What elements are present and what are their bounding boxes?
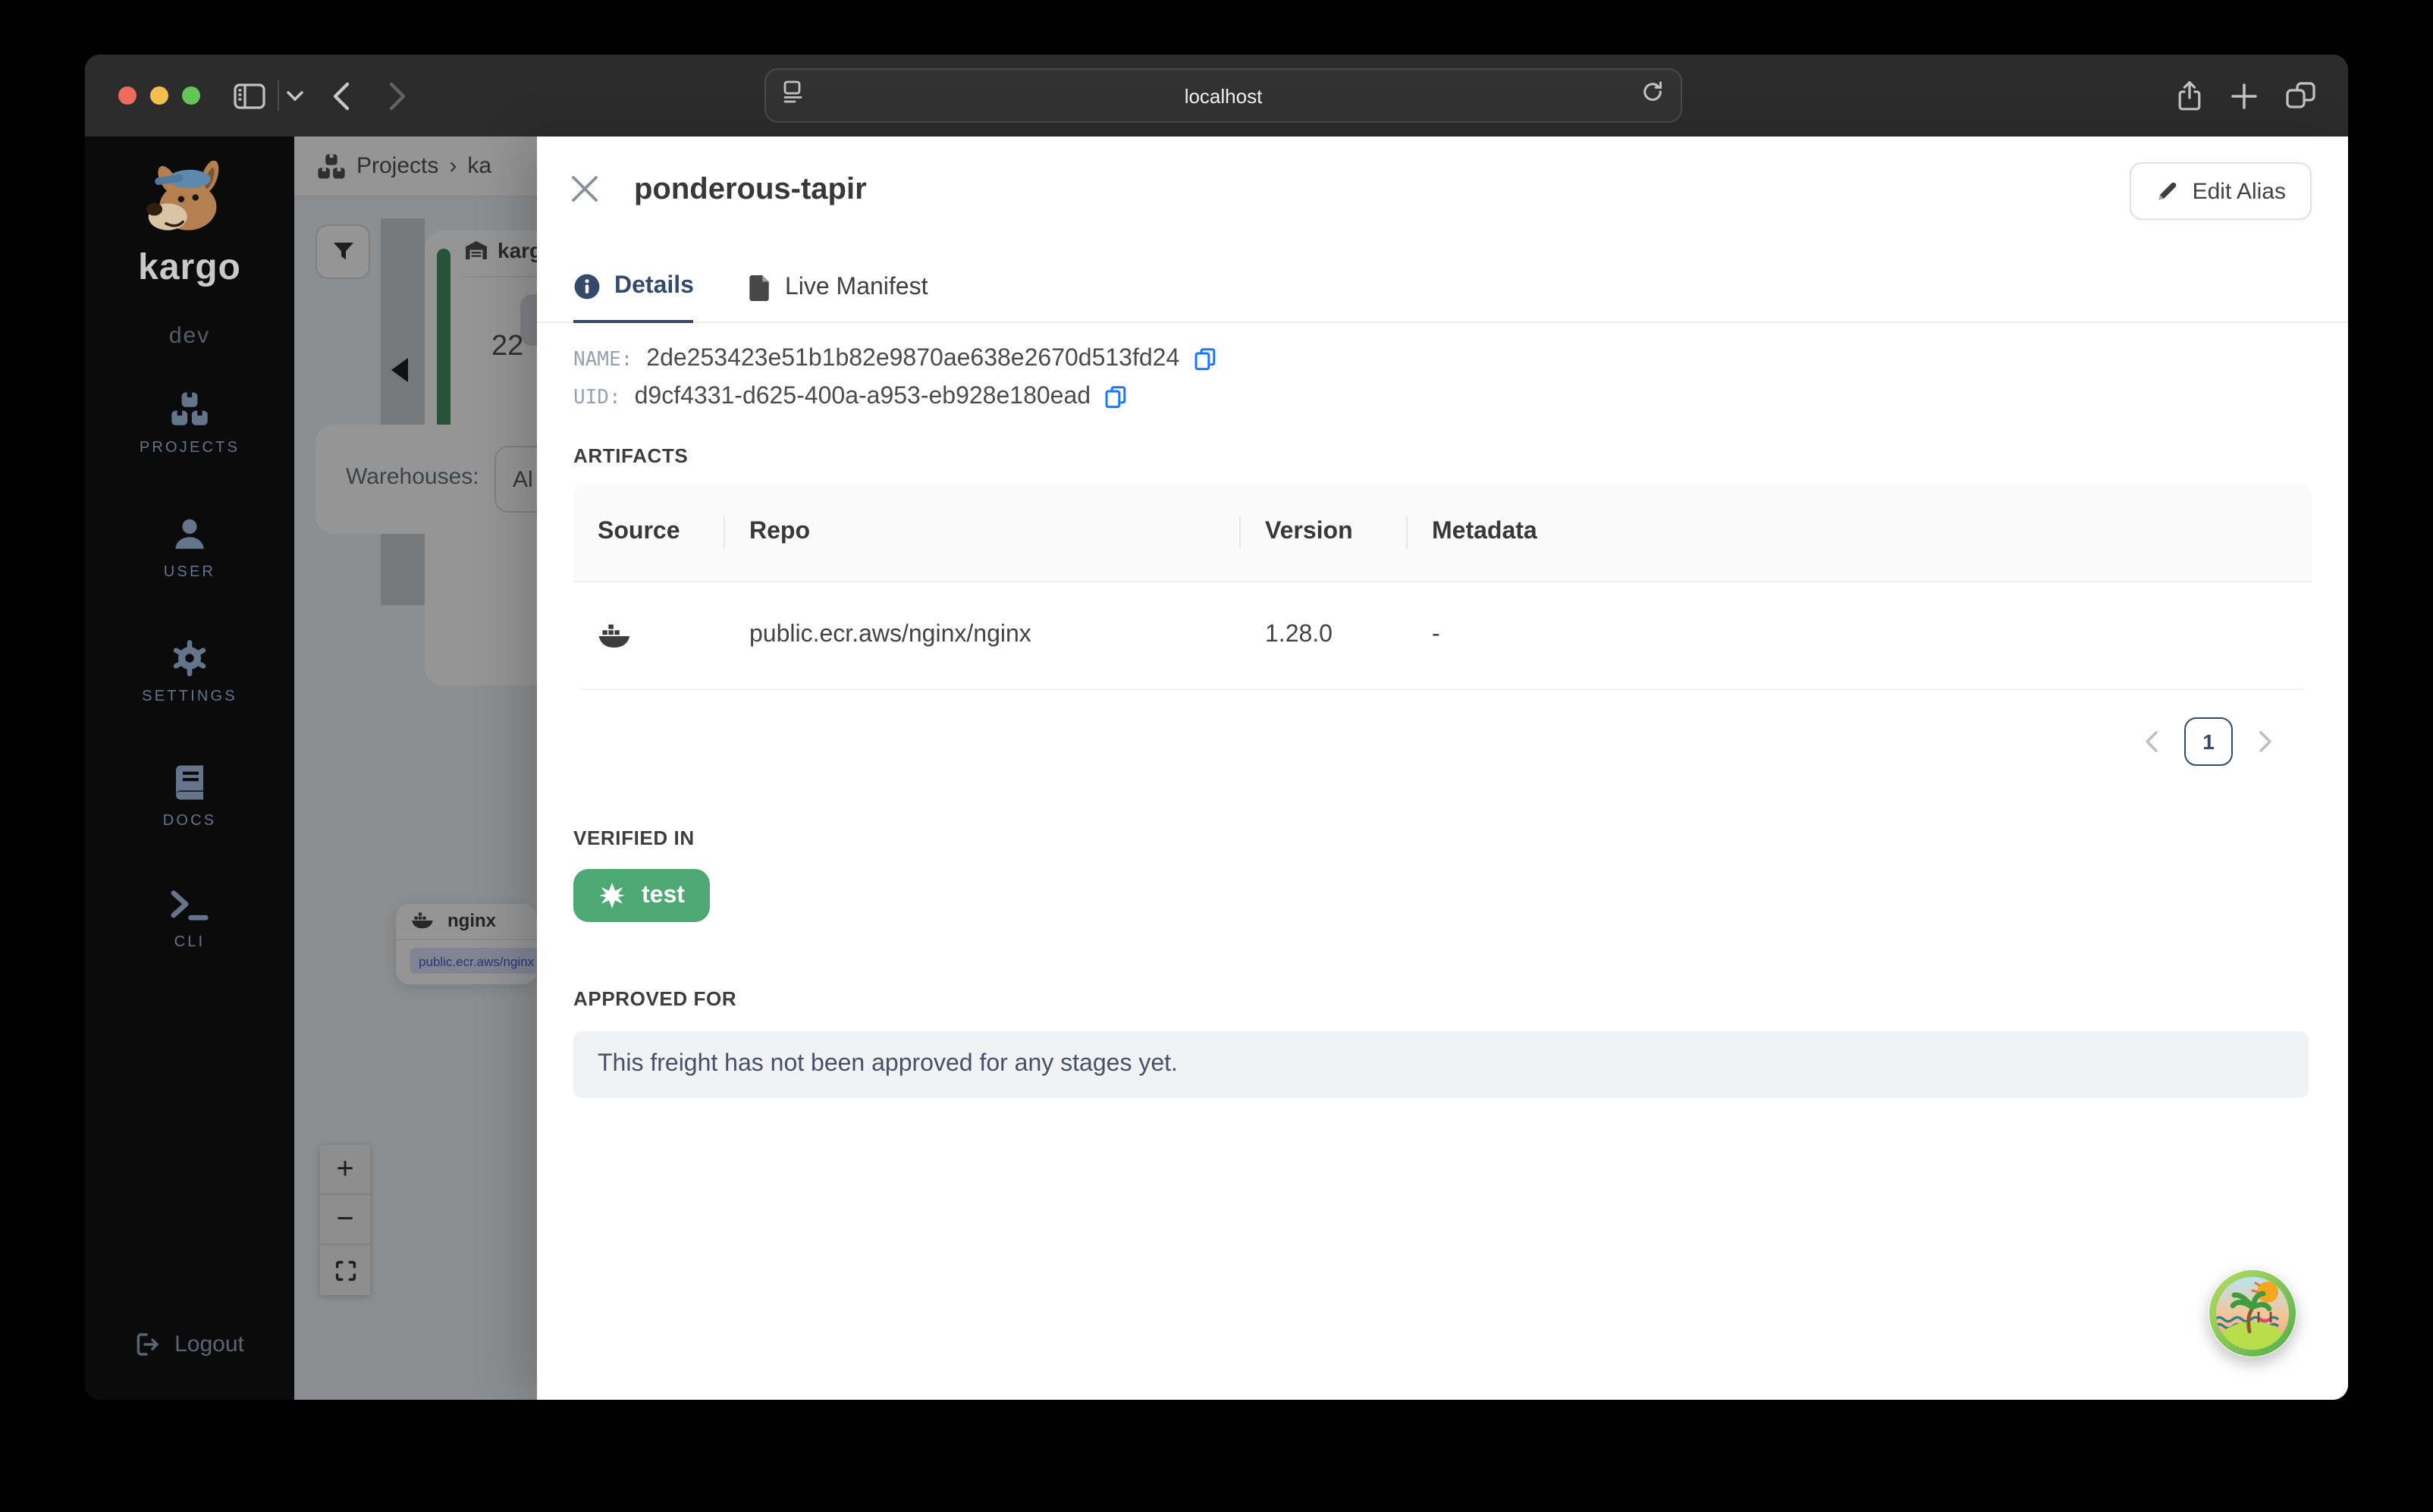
freight-details-drawer: ponderous-tapir Edit Alias Details Live … <box>537 136 2348 1400</box>
verified-stage-name: test <box>642 882 685 908</box>
verified-in-heading: VERIFIED IN <box>573 827 695 849</box>
sidebar: kargo dev PROJECTS USER SETTINGS DOCS CL… <box>85 136 294 1400</box>
pagination: 1 <box>573 717 2312 766</box>
toolbar-divider <box>278 80 279 111</box>
new-tab-icon[interactable] <box>2231 55 2257 136</box>
projects-icon <box>171 392 208 425</box>
island-easter-egg-button[interactable] <box>2209 1269 2296 1357</box>
next-page-icon[interactable] <box>2259 731 2272 752</box>
background-page: Projects › ka kar 22 Warehouses: Al ngin… <box>294 136 537 1400</box>
page-number-button[interactable]: 1 <box>2184 717 2233 766</box>
drawer-tabs: Details Live Manifest <box>537 252 2348 323</box>
logout-button[interactable]: Logout <box>85 1332 294 1357</box>
uid-row: UID: d9cf4331-d625-400a-a953-eb928e180ea… <box>573 384 2312 411</box>
name-label: NAME: <box>573 348 633 371</box>
copy-uid-icon[interactable] <box>1104 385 1127 409</box>
uid-value: d9cf4331-d625-400a-a953-eb928e180ead <box>634 384 1091 409</box>
approved-empty-message: This freight has not been approved for a… <box>573 1031 2309 1098</box>
desktop: localhost kargo dev PROJECTS USER SETTIN… <box>0 0 2433 1512</box>
column-source: Source <box>573 484 725 581</box>
sidebar-item-user[interactable]: USER <box>164 516 215 581</box>
verified-stage-badge[interactable]: test <box>573 869 711 922</box>
name-row: NAME: 2de253423e51b1b82e9870ae638e2670d5… <box>573 346 2312 373</box>
tab-details[interactable]: Details <box>573 252 694 323</box>
info-icon <box>574 274 600 300</box>
book-icon <box>175 765 203 800</box>
chevron-down-icon[interactable] <box>287 55 303 136</box>
share-icon[interactable] <box>2175 55 2204 136</box>
stage-burst-icon <box>599 883 625 908</box>
artifacts-heading: ARTIFACTS <box>573 444 689 467</box>
table-row[interactable]: public.ecr.aws/nginx/nginx 1.28.0 - <box>573 582 2312 690</box>
terminal-icon <box>171 890 209 921</box>
sidebar-nav: PROJECTS USER SETTINGS DOCS CLI <box>140 391 240 951</box>
file-icon <box>750 274 770 300</box>
user-icon <box>175 519 204 549</box>
brand-wordmark: kargo <box>138 247 241 288</box>
pencil-icon <box>2158 181 2177 199</box>
artifacts-table: Source Repo Version Metadata public.ecr.… <box>573 484 2312 690</box>
browser-titlebar: localhost <box>85 55 2348 136</box>
modal-overlay[interactable] <box>294 136 537 1400</box>
approved-for-heading: APPROVED FOR <box>573 987 737 1010</box>
sidebar-toggle-icon[interactable] <box>234 55 265 136</box>
close-icon[interactable] <box>570 174 599 211</box>
browser-window: localhost kargo dev PROJECTS USER SETTIN… <box>85 55 2348 1400</box>
sidebar-item-cli[interactable]: CLI <box>170 889 209 951</box>
column-repo: Repo <box>725 484 1241 581</box>
uid-label: UID: <box>573 386 621 409</box>
forward-button[interactable] <box>388 55 407 136</box>
zoom-window-button[interactable] <box>182 86 200 105</box>
reload-icon[interactable] <box>1641 80 1664 111</box>
edit-alias-button[interactable]: Edit Alias <box>2130 162 2312 220</box>
reader-icon[interactable] <box>783 80 805 111</box>
tab-live-manifest[interactable]: Live Manifest <box>749 252 928 322</box>
close-window-button[interactable] <box>118 86 137 105</box>
back-button[interactable] <box>332 55 350 136</box>
prev-page-icon[interactable] <box>2145 731 2158 752</box>
sidebar-item-docs[interactable]: DOCS <box>163 764 217 830</box>
kargo-logo-icon[interactable] <box>143 160 237 250</box>
artifact-version: 1.28.0 <box>1265 622 1333 648</box>
column-version: Version <box>1241 484 1408 581</box>
table-header-row: Source Repo Version Metadata <box>573 484 2312 582</box>
url-field[interactable]: localhost <box>764 68 1682 123</box>
logout-icon <box>137 1333 159 1356</box>
artifact-metadata: - <box>1432 622 1440 648</box>
gear-icon <box>173 640 206 676</box>
name-value: 2de253423e51b1b82e9870ae638e2670d513fd24 <box>646 346 1180 372</box>
column-metadata: Metadata <box>1432 519 1537 544</box>
environment-label: dev <box>168 323 211 349</box>
freight-alias-title: ponderous-tapir <box>634 173 867 206</box>
sidebar-item-settings[interactable]: SETTINGS <box>142 640 237 705</box>
copy-name-icon[interactable] <box>1193 347 1216 372</box>
sidebar-item-projects[interactable]: PROJECTS <box>140 391 240 456</box>
traffic-lights <box>118 86 200 105</box>
docker-icon <box>598 623 629 647</box>
tab-overview-icon[interactable] <box>2286 55 2316 136</box>
artifact-repo: public.ecr.aws/nginx/nginx <box>749 622 1031 648</box>
url-text: localhost <box>1184 84 1263 107</box>
minimize-window-button[interactable] <box>150 86 168 105</box>
